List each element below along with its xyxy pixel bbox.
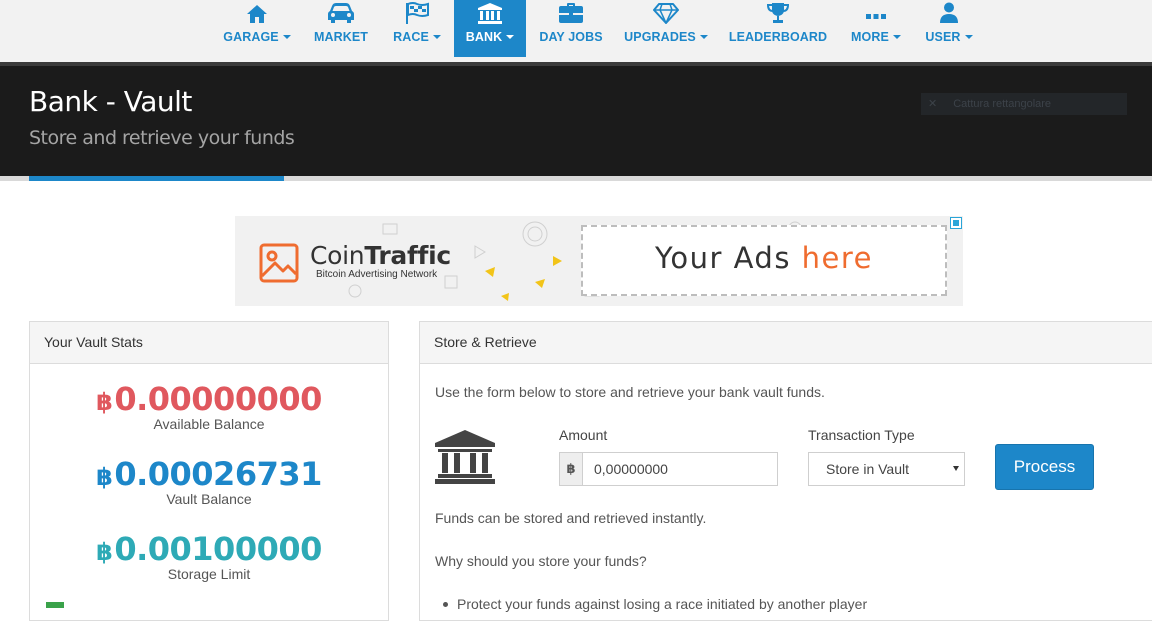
available-balance-stat: ฿ 0.00000000 Available Balance [30,380,388,432]
ad-tagline: Bitcoin Advertising Network [316,269,438,280]
caret-down-icon [892,35,901,39]
diamond-icon [652,2,680,24]
nav-user-label: USER [925,30,961,44]
nav-leaderboard-label: LEADERBOARD [728,30,828,44]
nav-market[interactable]: MARKET [311,0,371,57]
available-balance-value: 0.00000000 [114,380,322,418]
bitcoin-icon: ฿ [560,453,583,485]
nav-leaderboard[interactable]: LEADERBOARD [728,0,828,57]
store-intro-text: Use the form below to store and retrieve… [435,384,825,400]
vault-balance-value: 0.00026731 [114,455,322,493]
trophy-icon [766,2,790,24]
store-retrieve-title: Store & Retrieve [420,322,1152,364]
home-icon [246,2,268,24]
nav-day-jobs-label: DAY JOBS [539,30,603,44]
process-button[interactable]: Process [995,444,1094,490]
caret-down-icon [282,35,291,39]
transaction-type-label: Transaction Type [808,427,915,443]
nav-more[interactable]: MORE [848,0,904,57]
ad-info-icon[interactable] [950,217,962,229]
select-arrow-icon [953,466,959,471]
caret-down-icon [964,35,973,39]
page-title: Bank - Vault [29,85,192,118]
transaction-type-select[interactable]: Store in Vault [808,452,965,486]
nav-race-label: RACE [393,30,429,44]
upgrade-button-partial[interactable] [46,602,64,608]
vault-stats-panel: Your Vault Stats ฿ 0.00000000 Available B… [29,321,389,621]
bitcoin-icon: ฿ [96,538,113,566]
nav-upgrades-label: UPGRADES [624,30,696,44]
briefcase-icon [558,2,584,24]
bitcoin-icon: ฿ [96,388,113,416]
ellipsis-icon [865,2,887,24]
nav-race[interactable]: RACE [390,0,444,57]
top-navigation: GARAGE MARKET RACE BANK DAY JOBS UPGRADE… [0,0,1152,62]
storage-limit-stat: ฿ 0.00100000 Storage Limit [30,530,388,582]
header-accent-bar [29,176,284,181]
caret-down-icon [432,35,441,39]
available-balance-label: Available Balance [153,416,265,432]
flag-icon [404,2,430,24]
instant-note: Funds can be stored and retrieved instan… [435,510,707,526]
store-retrieve-panel: Store & Retrieve Use the form below to s… [419,321,1152,621]
user-icon [939,2,959,24]
bitcoin-icon: ฿ [96,463,113,491]
benefit-list-item: Protect your funds against losing a race… [442,596,868,612]
snipping-tool-overlay[interactable]: ✕ Cattura rettangolare [921,93,1127,115]
ad-slot-text: Your Ads here [654,241,874,275]
transaction-type-value: Store in Vault [826,461,910,477]
storage-limit-value: 0.00100000 [114,530,322,568]
vault-stats-title: Your Vault Stats [30,322,388,364]
nav-day-jobs[interactable]: DAY JOBS [538,0,604,57]
vault-balance-label: Vault Balance [166,491,252,507]
caret-down-icon [506,35,515,39]
nav-upgrades[interactable]: UPGRADES [624,0,708,57]
nav-more-label: MORE [851,30,889,44]
nav-user[interactable]: USER [924,0,974,57]
ad-banner[interactable]: CoinTraffic Bitcoin Advertising Network … [235,216,963,306]
nav-bank[interactable]: BANK [454,0,526,57]
ad-slot[interactable]: Your Ads here [581,225,947,296]
ad-logo-image-icon [259,243,299,283]
ad-brand: CoinTraffic [310,241,451,270]
bank-icon [477,2,503,24]
car-icon [327,2,355,24]
amount-label: Amount [559,427,608,443]
vault-balance-stat: ฿ 0.00026731 Vault Balance [30,455,388,507]
amount-input-group: ฿ [559,452,778,486]
nav-market-label: MARKET [313,30,369,44]
storage-limit-label: Storage Limit [167,566,251,582]
page-header: Bank - Vault Store and retrieve your fun… [0,66,1152,176]
page-subtitle: Store and retrieve your funds [29,127,295,149]
caret-down-icon [699,35,708,39]
snipping-tool-label: Cattura rettangolare [953,98,1052,110]
nav-garage-label: GARAGE [223,30,279,44]
bank-icon [435,430,495,484]
close-icon[interactable]: ✕ [928,98,937,110]
nav-bank-label: BANK [465,30,503,44]
nav-garage[interactable]: GARAGE [222,0,292,57]
amount-input[interactable] [583,453,777,485]
why-store-heading: Why should you store your funds? [435,553,647,569]
